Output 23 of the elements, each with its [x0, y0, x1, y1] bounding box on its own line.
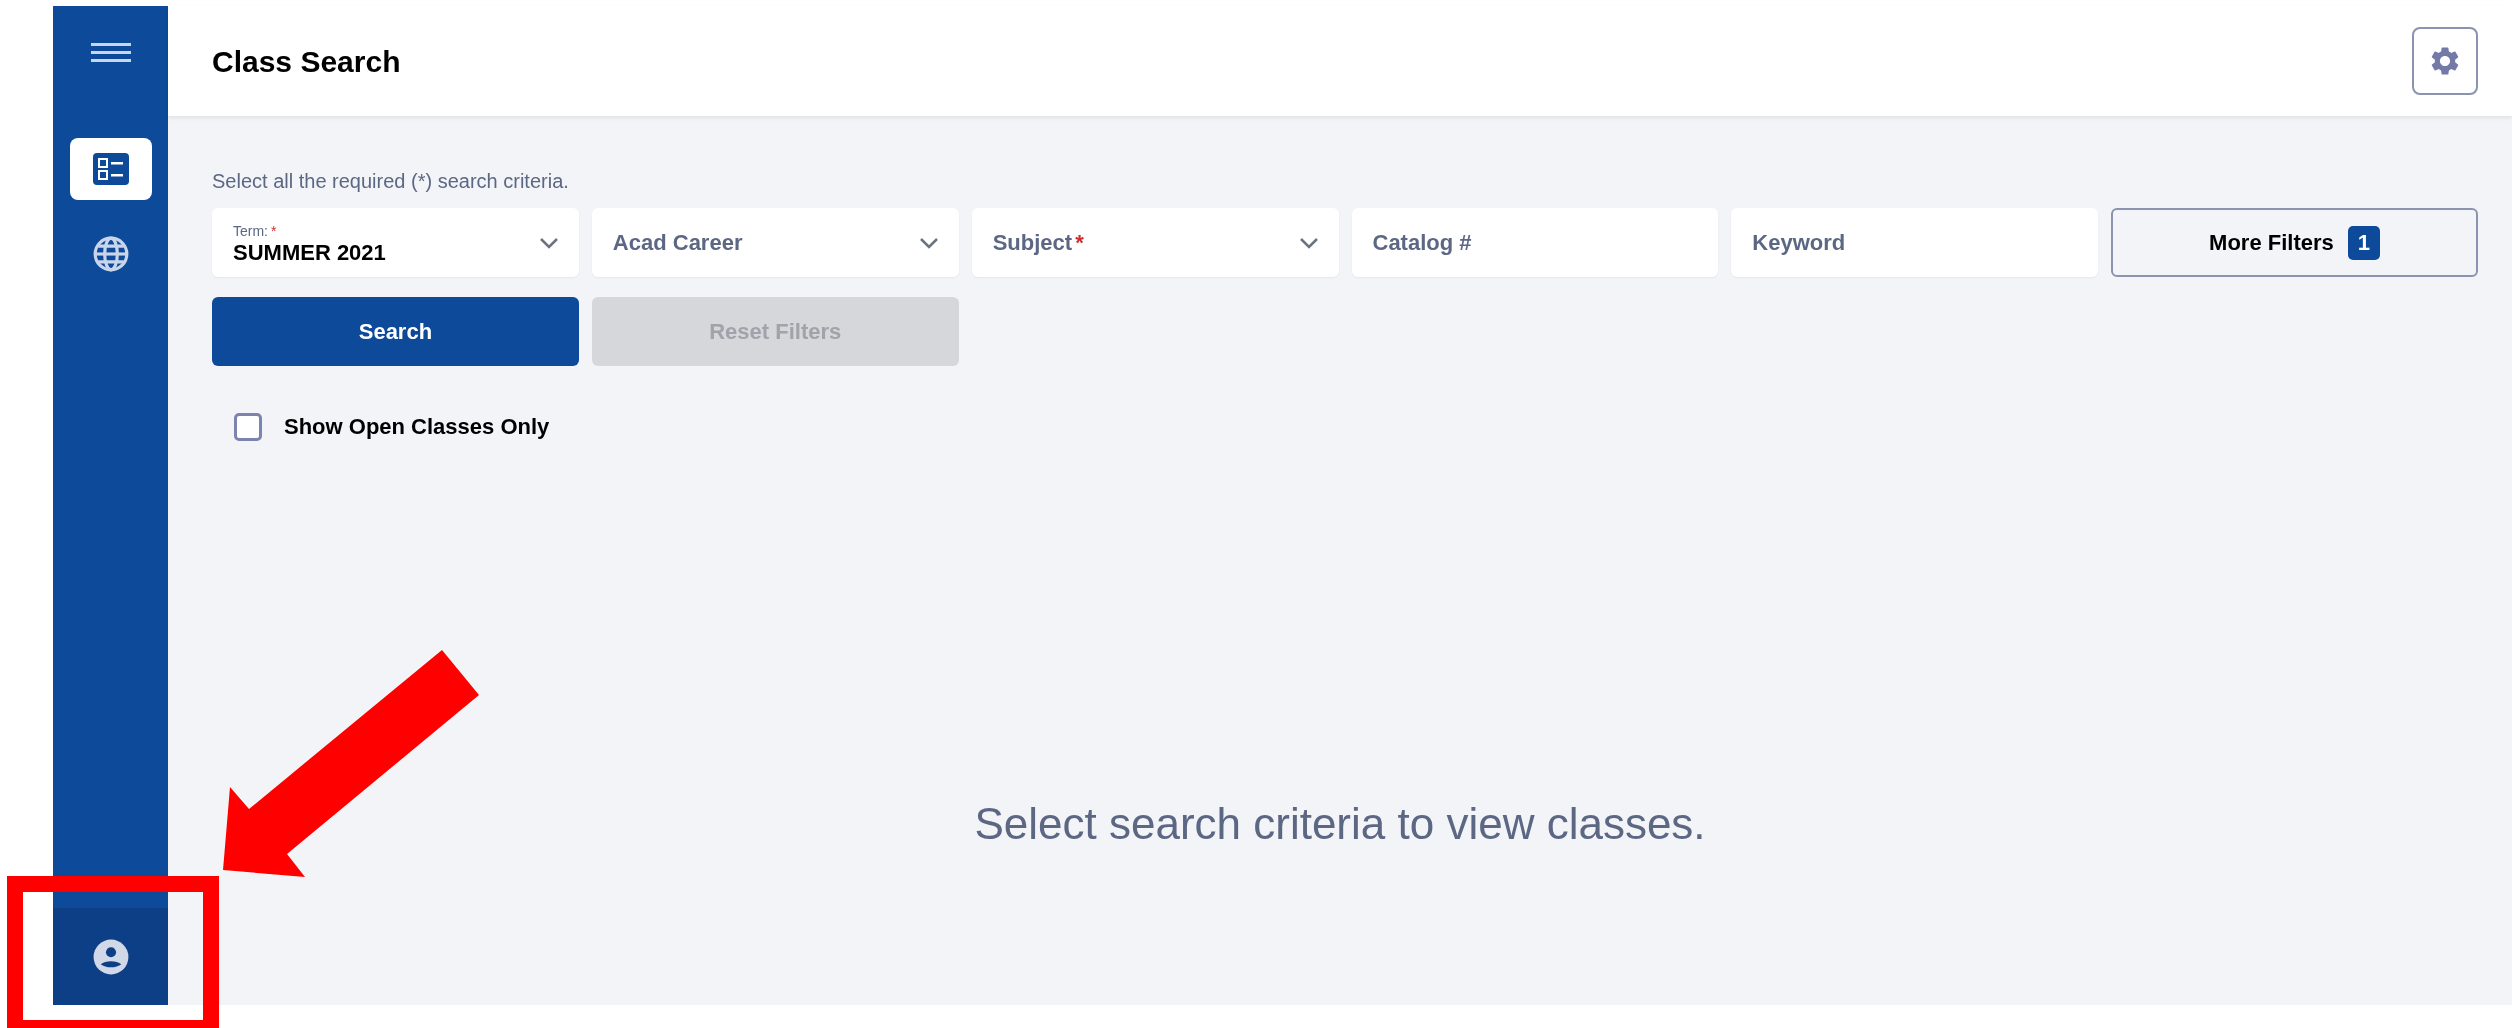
- empty-state-message: Select search criteria to view classes.: [974, 798, 1706, 850]
- globe-icon: [91, 235, 130, 273]
- search-button[interactable]: Search: [212, 297, 579, 366]
- more-filters-button[interactable]: More Filters 1: [2111, 208, 2478, 277]
- input-field[interactable]: Catalog #: [1351, 208, 1719, 277]
- checkbox-label: Show Open Classes Only: [284, 413, 550, 441]
- list-icon: [92, 153, 129, 185]
- open-classes-checkbox[interactable]: [234, 412, 262, 441]
- page-title: Class Search: [212, 43, 401, 80]
- chevron-down-icon: [538, 236, 559, 249]
- menu-icon: [90, 42, 131, 64]
- input-field[interactable]: Keyword: [1731, 208, 2099, 277]
- chevron-down-icon: [1298, 236, 1319, 249]
- profile-button[interactable]: [53, 908, 168, 1005]
- dropdown[interactable]: Subject*: [971, 208, 1339, 277]
- user-icon: [91, 937, 130, 976]
- dropdown[interactable]: Acad Career: [591, 208, 959, 277]
- settings-button[interactable]: [2412, 27, 2478, 95]
- instructions-text: Select all the required (*) search criteria.: [212, 169, 570, 194]
- chevron-down-icon: [918, 236, 939, 249]
- nav-item[interactable]: [69, 138, 152, 200]
- count-badge: 1: [2347, 225, 2381, 260]
- dropdown[interactable]: Term: * SUMMER 2021: [212, 208, 579, 277]
